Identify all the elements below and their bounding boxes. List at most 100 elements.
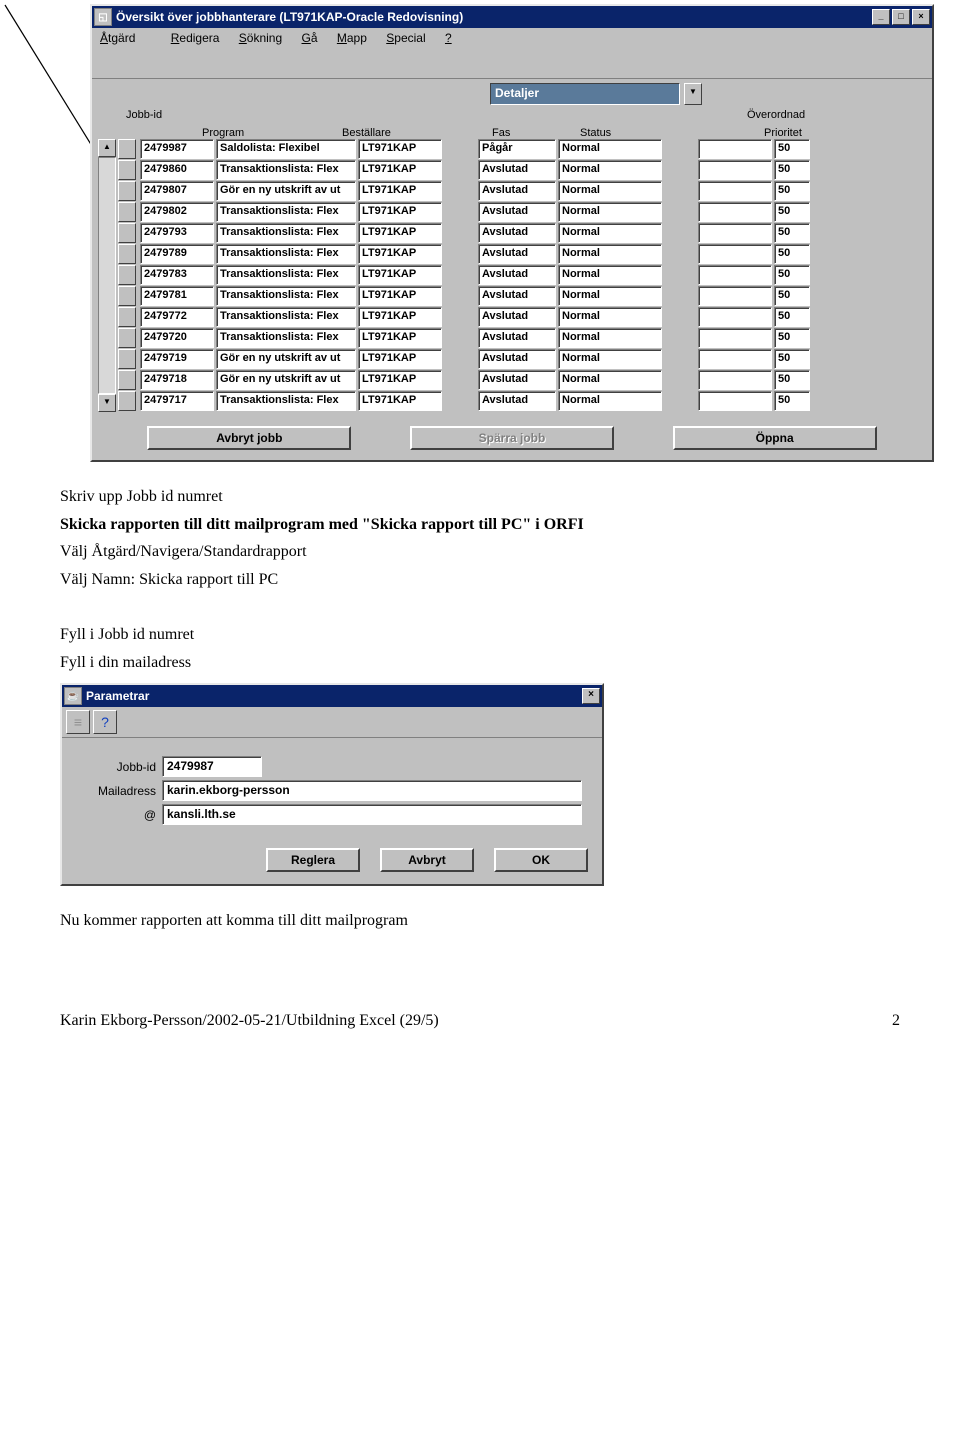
cell-fas[interactable]: Avslutad [478, 181, 556, 201]
row-selector[interactable] [118, 160, 136, 180]
parametrar-titlebar[interactable]: ☕ Parametrar × [62, 685, 602, 707]
cell-fas[interactable]: Avslutad [478, 265, 556, 285]
cell-status[interactable]: Normal [558, 265, 662, 285]
cell-prioritet[interactable]: 50 [774, 139, 810, 159]
menubar[interactable]: Åtgärd Redigera Sökning Gå Mapp Special … [92, 28, 932, 48]
cell-status[interactable]: Normal [558, 349, 662, 369]
cell-fas[interactable]: Avslutad [478, 244, 556, 264]
minimize-button[interactable]: _ [872, 9, 890, 25]
cancel-job-button[interactable]: Avbryt jobb [147, 426, 351, 450]
input-mailadress[interactable]: karin.ekborg-persson [162, 780, 582, 801]
cell-jobid[interactable]: 2479987 [140, 139, 214, 159]
cell-fas[interactable]: Avslutad [478, 286, 556, 306]
parametrar-close-button[interactable]: × [582, 688, 600, 704]
cell-bestallare[interactable]: LT971KAP [358, 307, 442, 327]
cell-program[interactable]: Transaktionslista: Flex [216, 223, 356, 243]
parametrar-system-icon[interactable]: ☕ [64, 687, 82, 705]
cell-program[interactable]: Transaktionslista: Flex [216, 391, 356, 411]
cell-status[interactable]: Normal [558, 286, 662, 306]
cell-jobid[interactable]: 2479719 [140, 349, 214, 369]
cell-status[interactable]: Normal [558, 328, 662, 348]
row-selector[interactable] [118, 349, 136, 369]
menu-special[interactable]: Special [386, 31, 425, 45]
table-row[interactable]: 2479718Gör en ny utskrift av utLT971KAPA… [118, 370, 926, 390]
cell-prioritet[interactable]: 50 [774, 202, 810, 222]
cell-status[interactable]: Normal [558, 307, 662, 327]
cell-bestallare[interactable]: LT971KAP [358, 391, 442, 411]
cell-status[interactable]: Normal [558, 160, 662, 180]
cell-fas[interactable]: Avslutad [478, 391, 556, 411]
cell-overordnad[interactable] [698, 349, 772, 369]
cell-fas[interactable]: Avslutad [478, 307, 556, 327]
cell-program[interactable]: Saldolista: Flexibel [216, 139, 356, 159]
menu-ga[interactable]: Gå [302, 31, 318, 45]
cell-fas[interactable]: Avslutad [478, 328, 556, 348]
cell-fas[interactable]: Avslutad [478, 202, 556, 222]
maximize-button[interactable]: □ [892, 9, 910, 25]
table-row[interactable]: 2479720Transaktionslista: FlexLT971KAPAv… [118, 328, 926, 348]
cell-prioritet[interactable]: 50 [774, 244, 810, 264]
table-row[interactable]: 2479802Transaktionslista: FlexLT971KAP Av… [118, 202, 926, 222]
ok-button[interactable]: OK [494, 848, 588, 872]
row-selector[interactable] [118, 244, 136, 264]
scroll-down-icon[interactable]: ▼ [98, 394, 116, 412]
cell-program[interactable]: Gör en ny utskrift av ut [216, 370, 356, 390]
cell-jobid[interactable]: 2479793 [140, 223, 214, 243]
menu-atgard[interactable]: Åtgärd [100, 31, 151, 45]
cell-overordnad[interactable] [698, 160, 772, 180]
cell-bestallare[interactable]: LT971KAP [358, 286, 442, 306]
cell-bestallare[interactable]: LT971KAP [358, 160, 442, 180]
cell-program[interactable]: Transaktionslista: Flex [216, 286, 356, 306]
row-selector[interactable] [118, 391, 136, 411]
cell-prioritet[interactable]: 50 [774, 286, 810, 306]
cell-status[interactable]: Normal [558, 244, 662, 264]
cell-bestallare[interactable]: LT971KAP [358, 181, 442, 201]
avbryt-button[interactable]: Avbryt [380, 848, 474, 872]
scrollbar[interactable]: ▲ ▼ [98, 139, 116, 412]
cell-bestallare[interactable]: LT971KAP [358, 202, 442, 222]
menu-help[interactable]: ? [445, 31, 452, 45]
row-selector[interactable] [118, 286, 136, 306]
cell-program[interactable]: Transaktionslista: Flex [216, 202, 356, 222]
cell-jobid[interactable]: 2479802 [140, 202, 214, 222]
cell-jobid[interactable]: 2479783 [140, 265, 214, 285]
table-row[interactable]: 2479807Gör en ny utskrift av utLT971KAPA… [118, 181, 926, 201]
detaljer-dropdown-icon[interactable]: ▼ [684, 83, 702, 105]
cell-bestallare[interactable]: LT971KAP [358, 328, 442, 348]
cell-prioritet[interactable]: 50 [774, 328, 810, 348]
cell-overordnad[interactable] [698, 370, 772, 390]
cell-prioritet[interactable]: 50 [774, 370, 810, 390]
menu-mapp[interactable]: Mapp [337, 31, 367, 45]
open-button[interactable]: Öppna [673, 426, 877, 450]
cell-status[interactable]: Normal [558, 370, 662, 390]
cell-jobid[interactable]: 2479860 [140, 160, 214, 180]
cell-prioritet[interactable]: 50 [774, 391, 810, 411]
cell-fas[interactable]: Avslutad [478, 160, 556, 180]
cell-overordnad[interactable] [698, 307, 772, 327]
table-row[interactable]: 2479793Transaktionslista: FlexLT971KAPAv… [118, 223, 926, 243]
cell-prioritet[interactable]: 50 [774, 307, 810, 327]
table-row[interactable]: 2479783Transaktionslista: FlexLT971KAP Av… [118, 265, 926, 285]
system-menu-icon[interactable]: ◱ [94, 8, 112, 26]
cell-program[interactable]: Transaktionslista: Flex [216, 265, 356, 285]
cell-overordnad[interactable] [698, 286, 772, 306]
cell-fas[interactable]: Avslutad [478, 370, 556, 390]
input-jobid[interactable]: 2479987 [162, 756, 262, 777]
titlebar[interactable]: ◱ Översikt över jobbhanterare (LT971KAP-… [92, 6, 932, 28]
cell-prioritet[interactable]: 50 [774, 223, 810, 243]
table-row[interactable]: 2479860Transaktionslista: FlexLT971KAPAv… [118, 160, 926, 180]
row-selector[interactable] [118, 328, 136, 348]
cell-prioritet[interactable]: 50 [774, 181, 810, 201]
cell-jobid[interactable]: 2479772 [140, 307, 214, 327]
cell-fas[interactable]: Pågår [478, 139, 556, 159]
cell-overordnad[interactable] [698, 139, 772, 159]
cell-prioritet[interactable]: 50 [774, 349, 810, 369]
scroll-up-icon[interactable]: ▲ [98, 139, 116, 157]
cell-bestallare[interactable]: LT971KAP [358, 244, 442, 264]
cell-program[interactable]: Transaktionslista: Flex [216, 244, 356, 264]
row-selector[interactable] [118, 181, 136, 201]
menu-redigera[interactable]: Redigera [171, 31, 220, 45]
cell-bestallare[interactable]: LT971KAP [358, 265, 442, 285]
row-selector[interactable] [118, 307, 136, 327]
cell-overordnad[interactable] [698, 223, 772, 243]
